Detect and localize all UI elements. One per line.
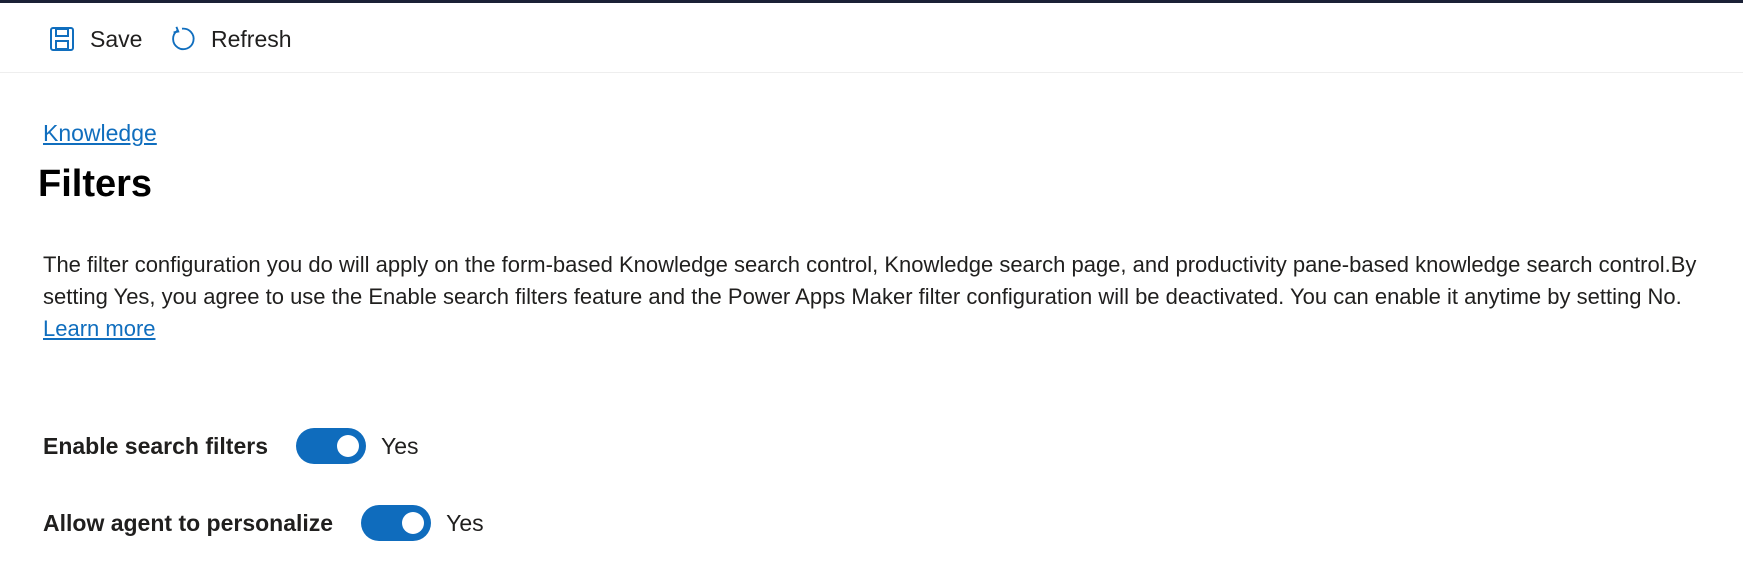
setting-label: Enable search filters xyxy=(43,432,268,459)
allow-agent-personalize-toggle[interactable] xyxy=(361,505,432,541)
save-button[interactable]: Save xyxy=(48,22,142,56)
page-title: Filters xyxy=(38,163,153,205)
enable-search-filters-toggle[interactable] xyxy=(296,428,366,464)
setting-enable-search-filters: Enable search filters Yes xyxy=(43,428,419,464)
page-description: The filter configuration you do will app… xyxy=(43,249,1703,345)
refresh-button[interactable]: Refresh xyxy=(168,22,292,56)
toggle-state-text: Yes xyxy=(381,432,419,459)
toggle-knob xyxy=(337,435,359,457)
setting-label: Allow agent to personalize xyxy=(43,509,334,536)
refresh-icon xyxy=(168,25,196,53)
toggle-knob xyxy=(402,512,425,534)
toggle-state-text: Yes xyxy=(446,509,484,536)
learn-more-link[interactable]: Learn more xyxy=(43,316,156,341)
save-label: Save xyxy=(90,25,143,52)
description-text: The filter configuration you do will app… xyxy=(43,252,1697,309)
refresh-label: Refresh xyxy=(211,25,292,52)
setting-allow-agent-to-personalize: Allow agent to personalize Yes xyxy=(43,505,484,541)
breadcrumb-knowledge[interactable]: Knowledge xyxy=(43,120,157,147)
command-bar: Save Refresh xyxy=(0,3,1743,73)
save-icon xyxy=(48,25,76,53)
